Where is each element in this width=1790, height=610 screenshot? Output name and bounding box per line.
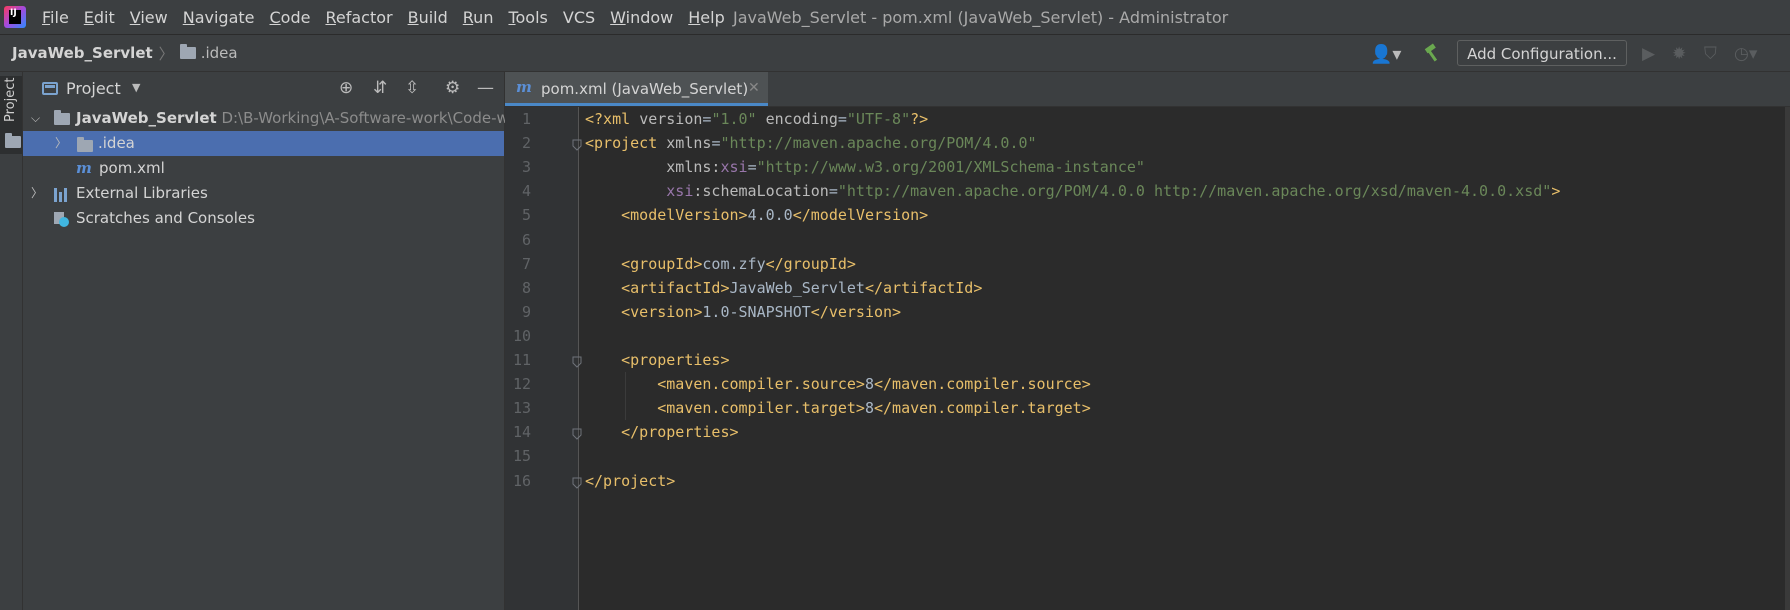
run-icon[interactable]: ▶ xyxy=(1642,44,1655,64)
project-panel-title[interactable]: Project xyxy=(66,79,121,98)
line-number: 9 xyxy=(521,302,531,321)
menu-item[interactable]: File xyxy=(42,8,69,27)
code-line: xsi:schemaLocation="http://maven.apache.… xyxy=(585,182,1561,201)
fold-marker-icon[interactable] xyxy=(572,137,582,151)
line-number: 2 xyxy=(521,134,531,153)
project-view-icon xyxy=(42,82,58,95)
user-account-icon[interactable]: 👤▾ xyxy=(1370,44,1401,65)
project-tool-label: Project xyxy=(3,77,18,122)
menu-item[interactable]: Code xyxy=(270,8,311,27)
line-number: 15 xyxy=(512,447,531,466)
line-number: 1 xyxy=(521,110,531,128)
code-line: <?xml version="1.0" encoding="UTF-8"?> xyxy=(585,110,929,128)
tree-external-libraries-label: External Libraries xyxy=(76,184,208,202)
editor-scrollbar[interactable] xyxy=(1785,107,1790,610)
folder-icon xyxy=(179,44,196,59)
indent-guide xyxy=(625,372,626,421)
fold-marker-icon[interactable] xyxy=(572,426,582,441)
chevron-right-icon[interactable]: 〉 xyxy=(31,181,43,206)
locate-target-icon[interactable]: ⊕ xyxy=(339,78,353,98)
menu-item[interactable]: View xyxy=(130,8,168,27)
code-line: </project> xyxy=(585,471,676,490)
code-line: <artifactId>JavaWeb_Servlet</artifactId> xyxy=(585,278,983,297)
fold-marker-icon[interactable] xyxy=(572,475,582,489)
chevron-down-icon[interactable]: ⌵ xyxy=(31,106,40,131)
project-folder-icon xyxy=(5,133,21,148)
module-folder-icon xyxy=(54,110,70,125)
tree-pom-label: pom.xml xyxy=(99,159,165,177)
folder-icon xyxy=(77,137,93,152)
chevron-right-icon[interactable]: 〉 xyxy=(55,131,67,156)
breadcrumb-idea[interactable]: .idea xyxy=(201,44,238,62)
code-line: xmlns:xsi="http://www.w3.org/2001/XMLSch… xyxy=(585,158,1145,177)
line-number: 16 xyxy=(512,471,531,490)
line-number: 3 xyxy=(521,158,531,177)
window-title: JavaWeb_Servlet - pom.xml (JavaWeb_Servl… xyxy=(733,8,1229,27)
build-hammer-icon[interactable] xyxy=(1422,42,1444,64)
line-number: 8 xyxy=(521,278,531,297)
line-number: 14 xyxy=(512,423,531,442)
code-line: <version>1.0-SNAPSHOT</version> xyxy=(585,302,902,321)
tree-item-external-libraries[interactable]: 〉 External Libraries xyxy=(23,181,504,206)
intellij-logo-icon[interactable] xyxy=(4,6,26,28)
code-line: <project xmlns="http://maven.apache.org/… xyxy=(585,134,1037,153)
line-number: 10 xyxy=(512,326,531,345)
main-menu: File Edit View Navigate Code Refactor Build Run… xyxy=(42,0,740,34)
line-number: 5 xyxy=(521,206,531,225)
tree-scratches-label: Scratches and Consoles xyxy=(76,209,255,227)
maven-file-icon: m xyxy=(76,159,92,177)
gear-icon[interactable]: ⚙ xyxy=(445,78,460,98)
debug-icon[interactable]: ✹ xyxy=(1672,44,1686,64)
code-line: <maven.compiler.source>8</maven.compiler… xyxy=(585,375,1091,394)
menu-item[interactable]: Help xyxy=(688,8,724,27)
line-number: 7 xyxy=(521,254,531,273)
breadcrumb: JavaWeb_Servlet 〉 .idea xyxy=(12,35,238,71)
line-number: 13 xyxy=(512,399,531,418)
tree-project-path: D:\B-Working\A-Software-work\Code-w xyxy=(221,109,509,127)
menu-item[interactable]: Tools xyxy=(508,8,547,27)
tree-idea-label: .idea xyxy=(98,134,135,152)
line-number: 11 xyxy=(512,351,531,369)
code-line: <groupId>com.zfy</groupId> xyxy=(585,254,856,273)
maven-file-icon: m xyxy=(516,78,532,96)
menu-item[interactable]: Run xyxy=(463,8,494,27)
collapse-all-icon[interactable]: ⇳ xyxy=(405,78,419,98)
tree-item-pom[interactable]: m pom.xml xyxy=(23,156,504,181)
profile-icon[interactable]: ◷▾ xyxy=(1734,44,1757,64)
tree-project-name: JavaWeb_Servlet xyxy=(76,109,217,127)
close-icon[interactable]: ✕ xyxy=(748,80,760,96)
code-line: <properties> xyxy=(585,351,730,369)
breadcrumb-separator-icon: 〉 xyxy=(158,44,174,63)
tree-item-idea[interactable]: 〉 .idea xyxy=(23,131,504,156)
coverage-icon[interactable]: ⛉ xyxy=(1704,44,1717,64)
breadcrumb-project[interactable]: JavaWeb_Servlet xyxy=(12,44,153,62)
add-configuration-button[interactable]: Add Configuration... xyxy=(1457,40,1627,66)
line-number: 12 xyxy=(512,375,531,394)
menu-item[interactable]: Edit xyxy=(84,8,115,27)
code-line: </properties> xyxy=(585,423,739,442)
menu-item[interactable]: Navigate xyxy=(183,8,255,27)
fold-marker-icon[interactable] xyxy=(572,354,582,368)
line-number: 6 xyxy=(521,230,531,249)
menu-item[interactable]: Window xyxy=(610,8,673,27)
menu-item[interactable]: Refactor xyxy=(325,8,392,27)
expand-all-icon[interactable]: ⇵ xyxy=(373,78,387,98)
line-number: 4 xyxy=(521,182,531,201)
chevron-down-icon[interactable]: ▼ xyxy=(132,81,140,94)
scratches-icon xyxy=(54,212,69,227)
tree-item-project-root[interactable]: ⌵ JavaWeb_Servlet D:\B-Working\A-Softwar… xyxy=(23,106,509,131)
hide-panel-icon[interactable]: — xyxy=(477,78,494,98)
tab-label: pom.xml (JavaWeb_Servlet) xyxy=(541,80,749,98)
menu-item[interactable]: VCS xyxy=(563,8,595,27)
code-line: <maven.compiler.target>8</maven.compiler… xyxy=(585,399,1091,418)
libraries-icon xyxy=(54,188,70,202)
tree-item-scratches[interactable]: Scratches and Consoles xyxy=(23,206,504,231)
menu-item[interactable]: Build xyxy=(408,8,448,27)
code-line: <modelVersion>4.0.0</modelVersion> xyxy=(585,206,929,225)
